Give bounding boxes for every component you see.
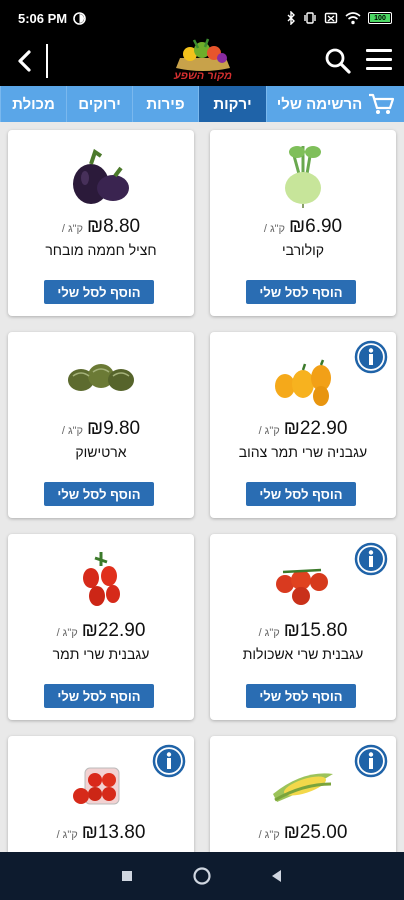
tab-vegetables[interactable]: ירקות [198,86,266,122]
product-price: ₪22.90 [283,418,348,439]
info-icon[interactable] [152,744,186,778]
add-to-cart-button[interactable]: הוסף לסל שלי [44,280,154,304]
product-name: חציל חממה מובחר [45,242,157,258]
eggplant-image [73,148,129,204]
product-unit: ק"ג / [258,829,280,841]
yellow-tomato-image [275,359,331,406]
product-card[interactable]: ₪22.90ק"ג / עגבנית שרי תמר הוסף לסל שלי [8,534,194,720]
data-saver-icon [73,11,86,25]
system-nav-bar [0,852,404,900]
product-name: קולורבי [281,242,325,258]
tab-my-list[interactable]: הרשימה שלי [266,86,404,122]
info-icon[interactable] [354,542,388,576]
product-price: ₪8.80 [87,216,141,237]
back-button[interactable] [10,46,40,76]
status-time: 5:06 PM [18,10,68,26]
product-price: ₪15.80 [283,620,348,641]
sim-off-icon [324,12,338,24]
header-divider [46,44,48,78]
product-unit: ק"ג / [263,223,286,235]
product-price: ₪9.80 [87,418,141,439]
product-name: ארטישוק [75,444,127,460]
corn-image [273,773,333,802]
app-header: מקור השפע [0,36,404,86]
add-to-cart-button[interactable]: הוסף לסל שלי [246,482,356,506]
add-to-cart-button[interactable]: הוסף לסל שלי [246,280,356,304]
cluster-tomato-image [276,568,328,605]
vibrate-icon [304,12,316,24]
status-bar: 5:06 PM 100 [0,0,404,36]
chevron-left-icon [18,50,31,72]
product-unit: ק"ג / [61,223,84,235]
product-card[interactable]: ₪8.80ק"ג / חציל חממה מובחר הוסף לסל שלי [8,130,194,316]
add-to-cart-button[interactable]: הוסף לסל שלי [246,684,356,708]
product-name: עגבנית שרי אשכולות [242,646,364,662]
product-price: ₪25.00 [283,822,348,843]
logo-text: מקור השפע [173,70,233,82]
tomato-pack-image [73,767,120,805]
tab-grocery[interactable]: מכולת [0,86,66,122]
product-unit: ק"ג / [258,627,280,639]
hamburger-icon [366,49,392,52]
product-unit: ק"ג / [258,425,280,437]
tab-greens[interactable]: ירוקים [66,86,132,122]
product-unit: ק"ג / [56,829,78,841]
tab-fruits[interactable]: פירות [132,86,198,122]
product-unit: ק"ג / [56,627,78,639]
home-button[interactable] [192,866,212,886]
search-button[interactable] [324,47,352,75]
product-grid: ₪6.90ק"ג / קולורבי הוסף לסל שלי ₪8.80ק"ג… [0,122,404,852]
product-name: עגבנית שרי תמר [52,646,150,662]
product-price: ₪6.90 [289,216,343,237]
app-logo[interactable]: מקור השפע [168,38,238,84]
add-to-cart-button[interactable]: הוסף לסל שלי [44,684,154,708]
product-name: עגבניה שרי תמר צהוב [238,444,368,460]
cherry-tomato-image [83,552,120,606]
info-icon[interactable] [354,744,388,778]
add-to-cart-button[interactable]: הוסף לסל שלי [44,482,154,506]
product-card[interactable]: ₪25.00ק"ג / [210,736,396,852]
product-unit: ק"ג / [61,425,84,437]
logo-produce-icon [176,38,230,71]
bluetooth-icon [287,11,295,25]
info-icon[interactable] [354,340,388,374]
recent-apps-button[interactable] [117,866,137,886]
product-card[interactable]: ₪13.80ק"ג / [8,736,194,852]
search-icon [325,48,351,74]
cart-icon [369,93,395,114]
product-card[interactable]: ₪15.80ק"ג / עגבנית שרי אשכולות הוסף לסל … [210,534,396,720]
menu-button[interactable] [366,49,394,73]
battery-icon: 100 [368,12,392,24]
artichoke-image [68,364,134,391]
product-card[interactable]: ₪6.90ק"ג / קולורבי הוסף לסל שלי [210,130,396,316]
wifi-icon [345,11,361,24]
back-nav-button[interactable] [267,866,287,886]
product-price: ₪13.80 [81,822,146,843]
category-tabs: מכולת ירוקים פירות ירקות הרשימה שלי [0,86,404,122]
product-card[interactable]: ₪9.80ק"ג / ארטישוק הוסף לסל שלי [8,332,194,518]
product-card[interactable]: ₪22.90ק"ג / עגבניה שרי תמר צהוב הוסף לסל… [210,332,396,518]
kohlrabi-image [285,146,321,208]
product-price: ₪22.90 [81,620,146,641]
